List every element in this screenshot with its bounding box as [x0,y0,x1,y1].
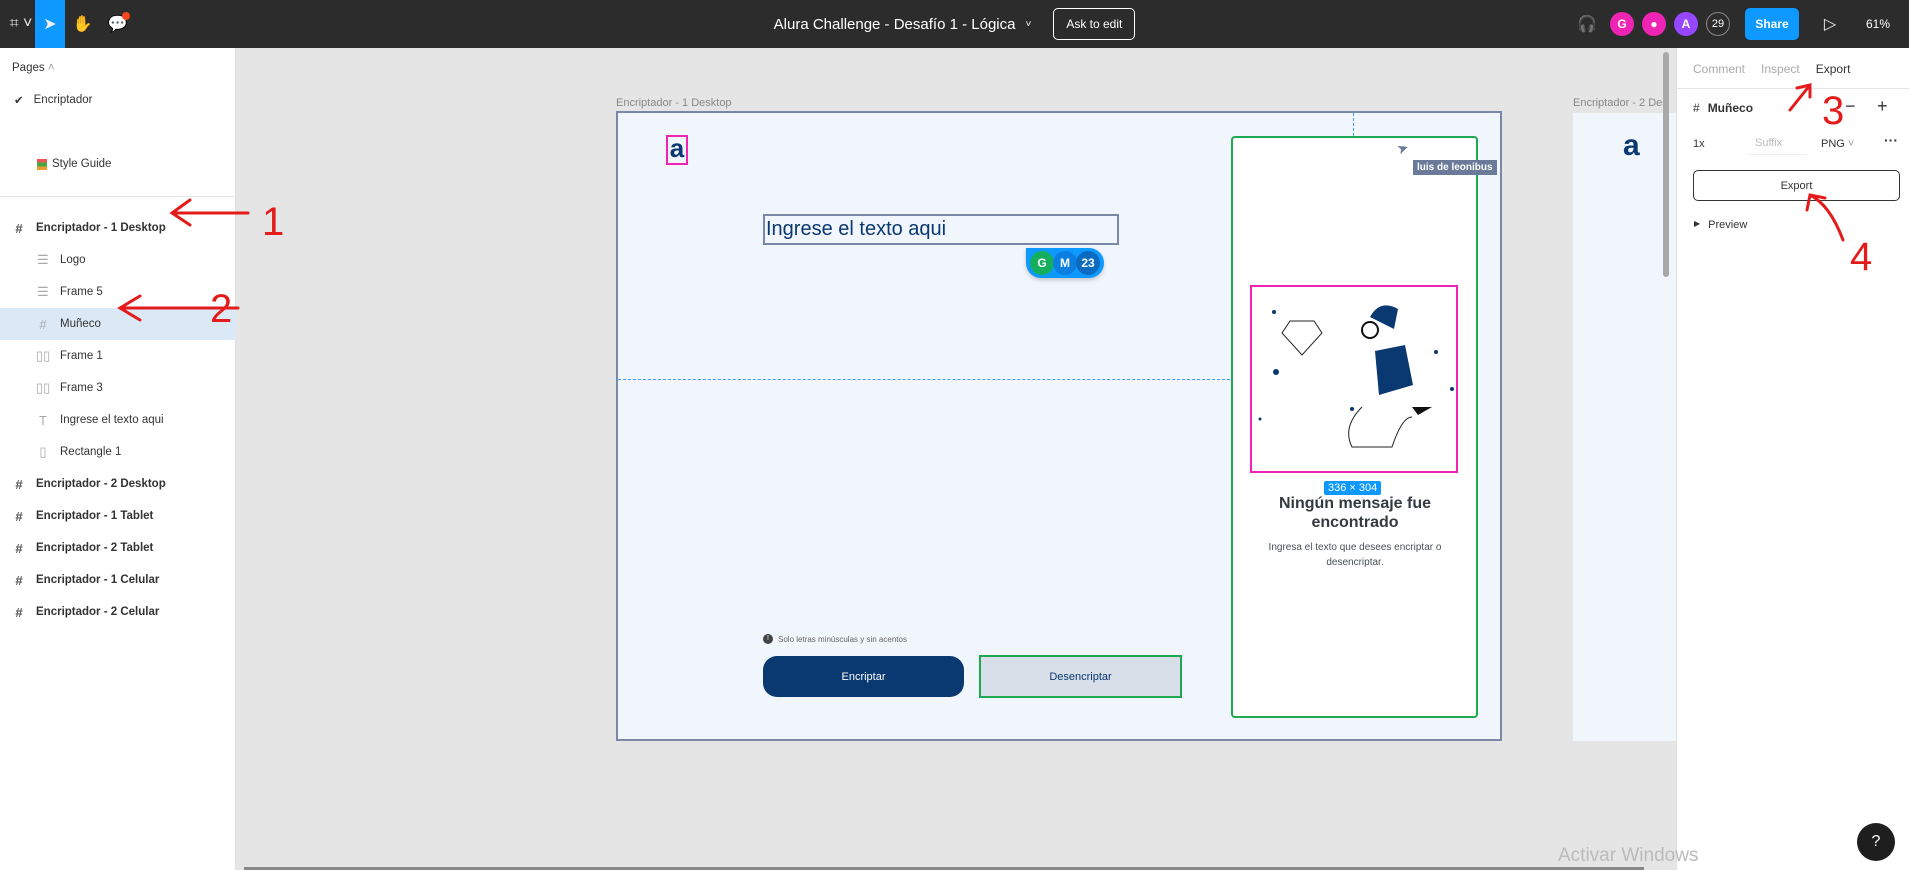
annotation-number: 2 [210,287,232,331]
annotation-arrow-1 [169,198,250,227]
annotation-arrow-3 [1788,83,1812,112]
annotation-number: 4 [1850,235,1872,279]
annotation-number: 3 [1822,89,1844,133]
annotation-number: 1 [262,200,284,244]
annotation-arrow-4 [1805,193,1845,242]
annotation-layer: 1 2 3 4 [117,83,1872,331]
